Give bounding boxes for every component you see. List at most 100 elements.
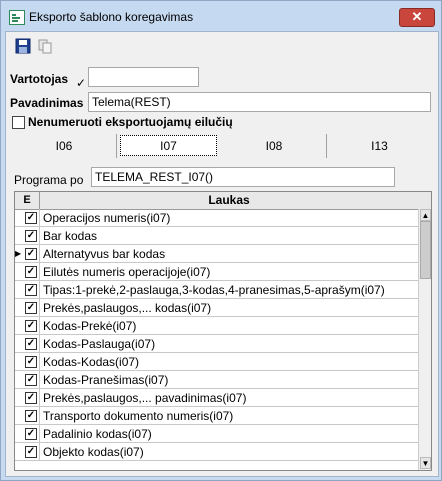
table-row[interactable]: ✓ Kodas-Prekė(i07) — [15, 317, 418, 335]
row-enabled-checkbox[interactable]: ✓ — [25, 212, 37, 224]
table-row[interactable]: ✓ Prekės,paslaugos,... kodas(i07) — [15, 299, 418, 317]
column-divider — [39, 281, 40, 298]
column-divider — [39, 353, 40, 370]
vartotojas-check-mark: ✓ — [76, 76, 87, 90]
scroll-down-arrow[interactable]: ▼ — [420, 457, 431, 469]
row-indicator — [15, 353, 23, 370]
row-field-label: Kodas-Pranešimas(i07) — [43, 373, 169, 387]
row-indicator — [15, 281, 23, 298]
fields-grid: E Laukas ✓ Operacijos numeris(i07) ✓ Bar ko… — [14, 191, 432, 471]
column-header-e[interactable]: E — [15, 192, 40, 209]
column-divider — [39, 443, 40, 460]
column-divider — [39, 317, 40, 334]
table-row[interactable]: ✓ Padalinio kodas(i07) — [15, 425, 418, 443]
row-indicator: ▶ — [15, 249, 22, 258]
title-bar[interactable]: Eksporto šablono koregavimas ✕ — [1, 1, 441, 31]
column-divider — [39, 407, 40, 424]
row-indicator — [15, 389, 23, 406]
app-icon — [9, 10, 25, 25]
tab-i06[interactable]: I06 — [12, 134, 117, 158]
row-enabled-checkbox[interactable]: ✓ — [25, 428, 37, 440]
column-divider — [39, 245, 40, 262]
table-row[interactable]: ✓ Bar kodas — [15, 227, 418, 245]
row-indicator — [15, 263, 23, 280]
grid-header: E Laukas — [15, 192, 431, 210]
column-header-laukas[interactable]: Laukas — [39, 192, 419, 209]
row-indicator — [15, 227, 23, 244]
table-row[interactable]: ▶ ✓ Alternatyvus bar kodas — [15, 245, 418, 263]
nenumeruoti-checkbox[interactable] — [12, 116, 25, 129]
column-divider — [39, 299, 40, 316]
scroll-thumb[interactable] — [420, 221, 431, 279]
row-enabled-checkbox[interactable]: ✓ — [25, 356, 37, 368]
row-enabled-checkbox[interactable]: ✓ — [25, 392, 37, 404]
row-field-label: Kodas-Paslauga(i07) — [43, 337, 156, 351]
column-divider — [39, 335, 40, 352]
row-field-label: Objekto kodas(i07) — [43, 445, 144, 459]
tab-i13[interactable]: I13 — [327, 134, 432, 158]
row-indicator — [15, 299, 23, 316]
row-indicator — [15, 443, 23, 460]
row-indicator — [15, 371, 23, 388]
vartotojas-label: Vartotojas — [10, 72, 69, 86]
row-enabled-checkbox[interactable]: ✓ — [25, 266, 37, 278]
row-indicator — [15, 317, 23, 334]
tab-strip: I06 I07 I08 I13 — [12, 134, 432, 158]
row-enabled-checkbox[interactable]: ✓ — [25, 320, 37, 332]
row-field-label: Operacijos numeris(i07) — [43, 211, 171, 225]
row-field-label: Eilutės numeris operacijoje(i07) — [43, 265, 211, 279]
row-enabled-checkbox[interactable]: ✓ — [25, 446, 37, 458]
export-template-window: Eksporto šablono koregavimas ✕ Vartotoja… — [0, 0, 442, 481]
save-icon[interactable] — [15, 38, 31, 54]
close-button[interactable]: ✕ — [399, 8, 435, 27]
nenumeruoti-label: Nenumeruoti eksportuojamų eilučių — [28, 115, 233, 129]
table-row[interactable]: ✓ Tipas:1-prekė,2-paslauga,3-kodas,4-pran… — [15, 281, 418, 299]
row-field-label: Prekės,paslaugos,... pavadinimas(i07) — [43, 391, 247, 405]
row-field-label: Kodas-Prekė(i07) — [43, 319, 137, 333]
row-indicator — [15, 335, 23, 352]
vartotojas-field[interactable] — [88, 67, 199, 87]
row-enabled-checkbox[interactable]: ✓ — [25, 338, 37, 350]
row-field-label: Prekės,paslaugos,... kodas(i07) — [43, 301, 212, 315]
row-enabled-checkbox[interactable]: ✓ — [25, 374, 37, 386]
pavadinimas-field[interactable]: Telema(REST) — [88, 92, 431, 112]
copy-icon[interactable] — [37, 38, 53, 54]
row-indicator — [15, 425, 23, 442]
table-row[interactable]: ✓ Prekės,paslaugos,... pavadinimas(i07) — [15, 389, 418, 407]
programa-label: Programa po — [14, 173, 84, 187]
column-divider — [39, 209, 40, 226]
table-row[interactable]: ✓ Operacijos numeris(i07) — [15, 209, 418, 227]
table-row[interactable]: ✓ Kodas-Pranešimas(i07) — [15, 371, 418, 389]
programa-field[interactable]: TELEMA_REST_I07() — [91, 167, 395, 187]
table-row[interactable]: ✓ Kodas-Kodas(i07) — [15, 353, 418, 371]
row-enabled-checkbox[interactable]: ✓ — [25, 410, 37, 422]
table-row[interactable]: ✓ Kodas-Paslauga(i07) — [15, 335, 418, 353]
row-enabled-checkbox[interactable]: ✓ — [25, 284, 37, 296]
window-title: Eksporto šablono koregavimas — [29, 10, 194, 24]
row-indicator — [15, 407, 23, 424]
dialog-client: Vartotojas ✓ Pavadinimas Telema(REST) Ne… — [5, 31, 439, 477]
table-row[interactable]: ✓ Eilutės numeris operacijoje(i07) — [15, 263, 418, 281]
row-enabled-checkbox[interactable]: ✓ — [25, 302, 37, 314]
row-field-label: Padalinio kodas(i07) — [43, 427, 152, 441]
tab-i07[interactable]: I07 — [120, 135, 217, 156]
row-field-label: Kodas-Kodas(i07) — [43, 355, 140, 369]
row-indicator — [15, 209, 23, 226]
row-enabled-checkbox[interactable]: ✓ — [25, 230, 37, 242]
row-field-label: Alternatyvus bar kodas — [43, 247, 166, 261]
column-divider — [39, 389, 40, 406]
pavadinimas-label: Pavadinimas — [10, 96, 84, 110]
vertical-scrollbar[interactable]: ▲ ▼ — [418, 209, 431, 470]
table-row[interactable]: ✓ Objekto kodas(i07) — [15, 443, 418, 461]
row-field-label: Tipas:1-prekė,2-paslauga,3-kodas,4-prane… — [43, 283, 385, 297]
row-enabled-checkbox[interactable]: ✓ — [25, 248, 37, 260]
row-field-label: Transporto dokumento numeris(i07) — [43, 409, 234, 423]
row-field-label: Bar kodas — [43, 229, 98, 243]
column-divider — [39, 371, 40, 388]
table-row[interactable]: ✓ Transporto dokumento numeris(i07) — [15, 407, 418, 425]
column-divider — [39, 263, 40, 280]
column-divider — [39, 425, 40, 442]
tab-i08[interactable]: I08 — [222, 134, 327, 158]
column-divider — [39, 227, 40, 244]
scroll-up-arrow[interactable]: ▲ — [420, 209, 431, 221]
